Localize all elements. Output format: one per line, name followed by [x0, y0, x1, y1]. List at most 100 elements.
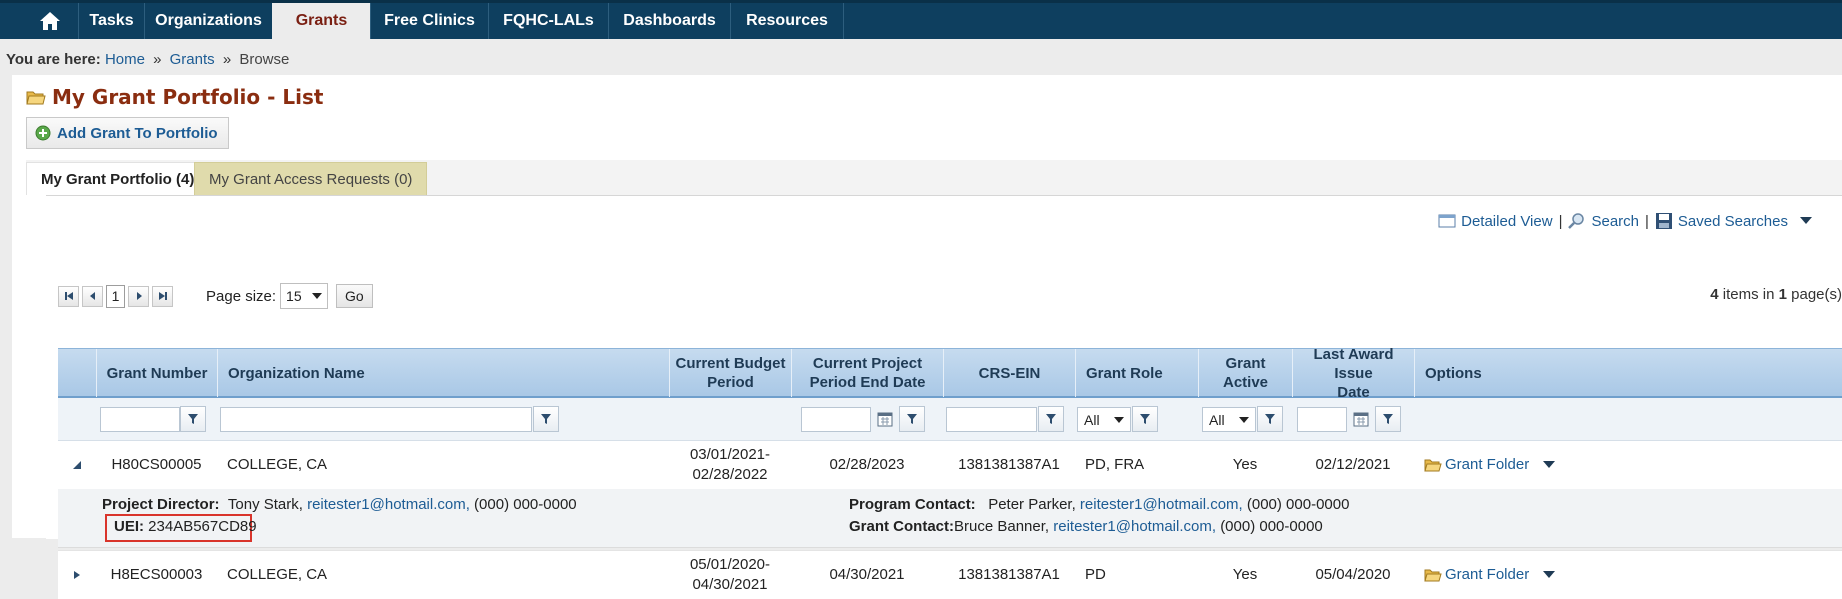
nav-dashboards[interactable]: Dashboards: [608, 3, 730, 39]
nav-tasks[interactable]: Tasks: [78, 3, 144, 39]
grant-active-cell: Yes: [1232, 456, 1258, 473]
last-award-cell: 05/04/2020: [1315, 566, 1391, 583]
breadcrumb-sep: »: [153, 51, 162, 68]
breadcrumb-prefix: You are here:: [6, 51, 101, 68]
header-project-end[interactable]: Current Project Period End Date: [791, 349, 943, 397]
page-size-select[interactable]: 15: [280, 283, 329, 309]
grant-active-filter-button[interactable]: [1257, 406, 1283, 432]
project-end-filter-button[interactable]: [899, 406, 925, 432]
grant-number-link[interactable]: H80CS00005: [96, 441, 217, 489]
budget-period-cell: 03/01/2021- 02/28/2022: [689, 446, 771, 483]
header-last-award[interactable]: Last Award Issue Date: [1292, 346, 1414, 401]
first-page-button[interactable]: [58, 285, 79, 307]
triangle-down-icon: [73, 461, 81, 469]
nav-grants[interactable]: Grants: [272, 3, 370, 39]
grant-contact-line: Grant Contact:Bruce Banner, reitester1@h…: [849, 518, 1323, 535]
org-name-filter-button[interactable]: [533, 406, 559, 432]
options-cell: Grant Folder: [1424, 551, 1624, 599]
breadcrumb-current: Browse: [239, 51, 290, 68]
chevron-down-icon: [312, 293, 323, 299]
next-page-button[interactable]: [128, 285, 149, 307]
chevron-down-icon[interactable]: [1800, 217, 1812, 225]
nav-resources[interactable]: Resources: [730, 3, 844, 39]
chevron-down-icon[interactable]: [1543, 571, 1556, 579]
page-number-button[interactable]: 1: [106, 284, 125, 308]
pd-email-link[interactable]: reitester1@hotmail.com,: [307, 496, 470, 513]
last-award-filter-button[interactable]: [1375, 406, 1401, 432]
detailed-view-label: Detailed View: [1461, 212, 1553, 230]
page-size-label: Page size:: [206, 287, 277, 305]
first-page-icon: [64, 292, 73, 300]
pc-email-link[interactable]: reitester1@hotmail.com,: [1080, 496, 1243, 513]
crs-ein-filter-button[interactable]: [1038, 406, 1064, 432]
tab-access-requests[interactable]: My Grant Access Requests (0): [194, 162, 428, 195]
nav-fqhc-lals[interactable]: FQHC-LALs: [488, 3, 608, 39]
nav-organizations[interactable]: Organizations: [144, 3, 272, 39]
last-page-button[interactable]: [152, 285, 173, 307]
grant-folder-link[interactable]: Grant Folder: [1445, 565, 1529, 585]
detailed-view-link[interactable]: Detailed View: [1438, 212, 1553, 230]
header-crs-ein[interactable]: CRS-EIN: [943, 349, 1075, 397]
header-grant-number[interactable]: Grant Number: [96, 349, 217, 397]
org-name-link[interactable]: COLLEGE, CA: [227, 551, 667, 599]
grant-folder-link[interactable]: Grant Folder: [1445, 455, 1529, 475]
page-title-text: My Grant Portfolio - List: [52, 85, 324, 109]
project-end-filter-input[interactable]: [801, 407, 871, 432]
gc-email-link[interactable]: reitester1@hotmail.com,: [1053, 518, 1216, 535]
triangle-right-icon: [74, 571, 80, 579]
budget-period-cell: 05/01/2020- 04/30/2021: [689, 556, 771, 593]
grant-number-filter-button[interactable]: [180, 406, 206, 432]
last-page-icon: [158, 292, 167, 300]
last-award-filter-input[interactable]: [1297, 407, 1347, 432]
nav-free-clinics[interactable]: Free Clinics: [370, 3, 488, 39]
grant-role-cell: PD, FRA: [1085, 456, 1145, 473]
content-panel: My Grant Portfolio - List Add Grant To P…: [12, 75, 1842, 599]
prev-page-button[interactable]: [82, 285, 103, 307]
saved-searches-label: Saved Searches: [1677, 212, 1788, 230]
grant-role-cell: PD: [1085, 566, 1106, 583]
prev-page-icon: [89, 292, 95, 300]
saved-searches-link[interactable]: Saved Searches: [1655, 212, 1788, 230]
next-page-icon: [136, 292, 142, 300]
chevron-down-icon: [1114, 416, 1124, 423]
header-grant-role[interactable]: Grant Role: [1075, 349, 1198, 397]
add-circle-icon: [35, 125, 51, 141]
breadcrumb-grants[interactable]: Grants: [170, 51, 215, 68]
grant-number-link[interactable]: H8ECS00003: [96, 551, 217, 599]
header-org-name[interactable]: Organization Name: [217, 349, 669, 397]
grant-detail-panel: Project Director: Tony Stark, reitester1…: [58, 489, 1842, 548]
uei-line: UEI: 234AB567CD89: [114, 518, 257, 535]
crs-ein-filter-input[interactable]: [946, 407, 1037, 432]
search-link[interactable]: Search: [1568, 212, 1639, 230]
options-cell: Grant Folder: [1424, 441, 1624, 489]
home-button[interactable]: [24, 3, 76, 39]
filter-row: All All: [58, 398, 1842, 441]
org-name-link[interactable]: COLLEGE, CA: [227, 441, 667, 489]
grant-role-filter-select[interactable]: All: [1077, 407, 1131, 432]
last-award-calendar-button[interactable]: [1349, 407, 1373, 432]
filter-icon: [188, 414, 198, 424]
header-expand: [58, 349, 96, 397]
pages-text: page(s): [1791, 286, 1842, 303]
collapse-row-button[interactable]: [58, 441, 96, 489]
header-grant-active[interactable]: Grant Active: [1198, 349, 1292, 397]
grant-role-filter-button[interactable]: [1132, 406, 1158, 432]
chevron-down-icon[interactable]: [1543, 461, 1556, 469]
header-last-award-text: Last Award Issue Date: [1313, 345, 1394, 401]
grant-active-filter-select[interactable]: All: [1202, 407, 1256, 432]
tab-strip: My Grant Portfolio (4) My Grant Access R…: [26, 160, 1842, 195]
breadcrumb-home[interactable]: Home: [105, 51, 145, 68]
org-name-filter-input[interactable]: [220, 407, 532, 432]
toolbar-sep: |: [1645, 212, 1649, 230]
go-button[interactable]: Go: [336, 284, 373, 308]
grant-active-cell: Yes: [1232, 566, 1258, 583]
tab-my-grant-portfolio[interactable]: My Grant Portfolio (4): [26, 162, 210, 195]
add-grant-button[interactable]: Add Grant To Portfolio: [26, 117, 229, 149]
toolbar-sep: |: [1558, 212, 1563, 230]
expand-row-button[interactable]: [58, 551, 96, 599]
header-budget-period[interactable]: Current Budget Period: [669, 349, 791, 397]
grant-number-filter-input[interactable]: [100, 407, 180, 432]
header-project-end-text: Current Project Period End Date: [809, 355, 926, 391]
project-end-calendar-button[interactable]: [873, 407, 897, 432]
window-icon: [1438, 214, 1456, 228]
